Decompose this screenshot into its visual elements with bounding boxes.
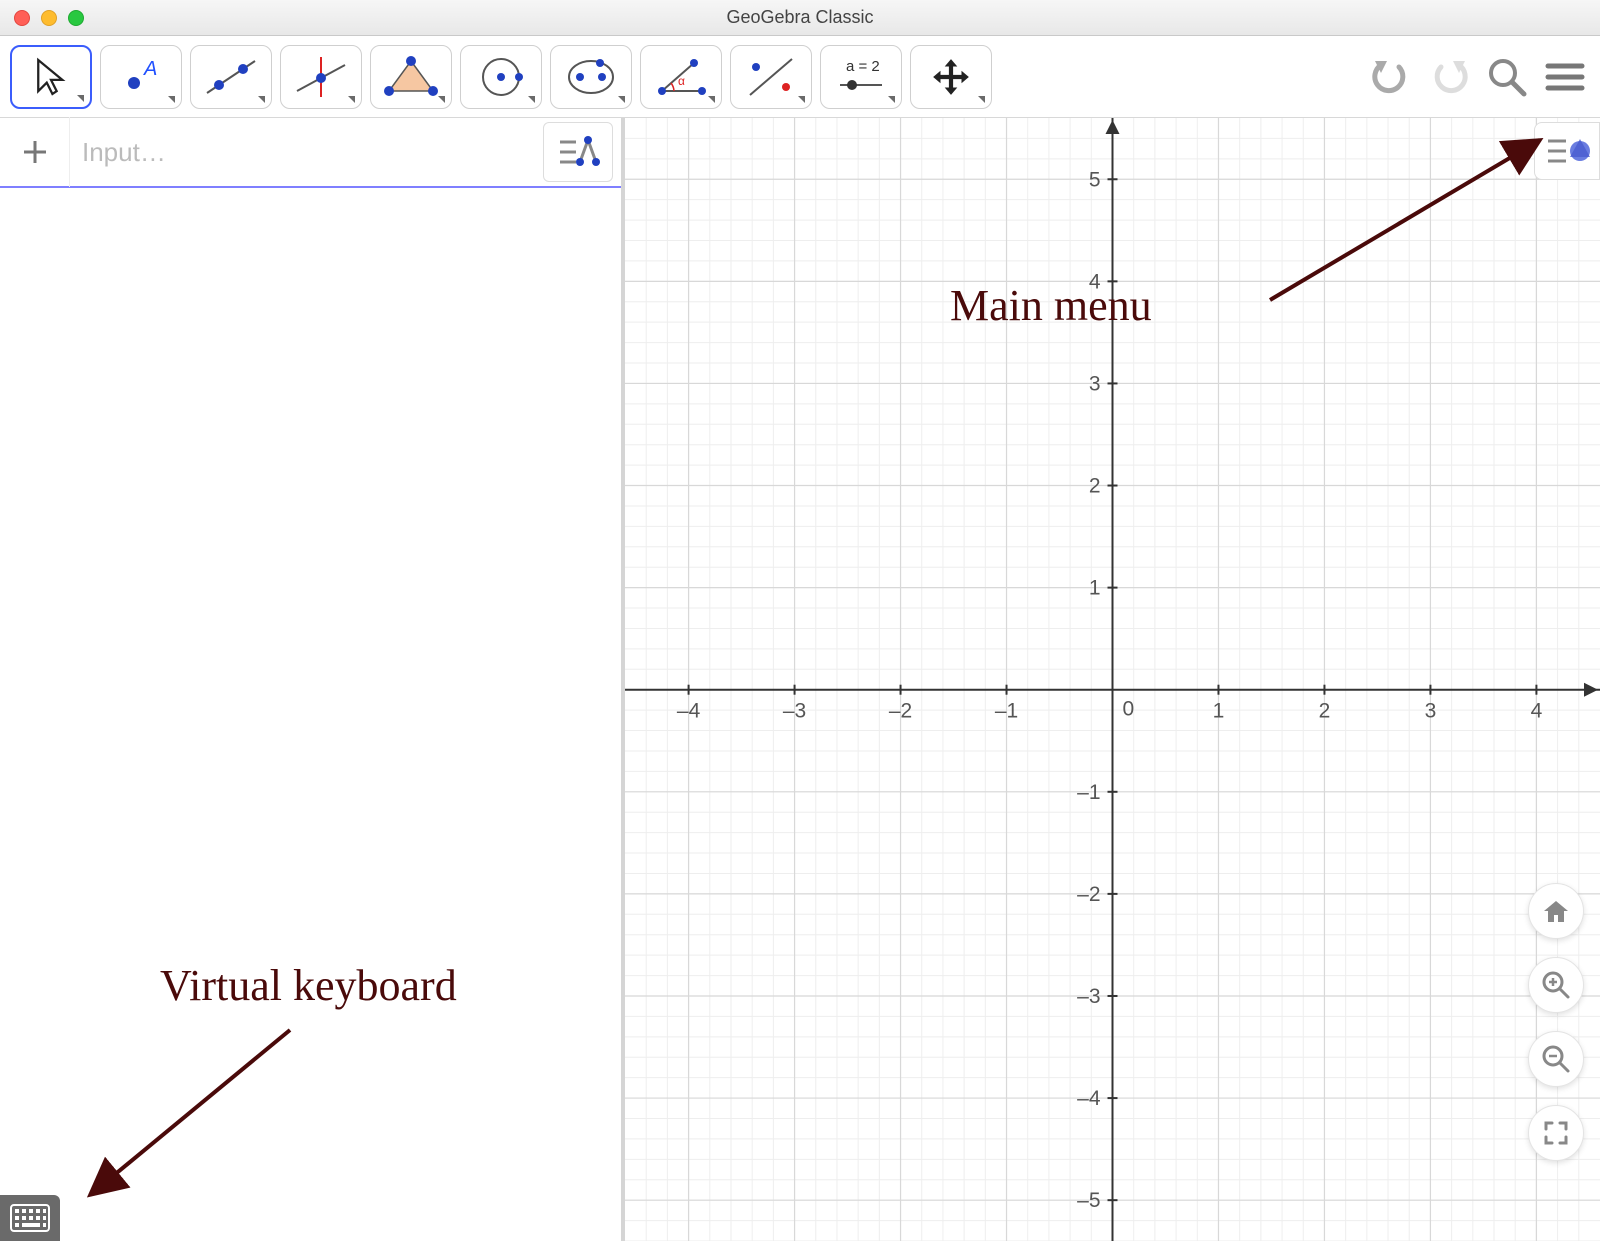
search-button[interactable]: [1482, 52, 1532, 102]
svg-text:–5: –5: [1077, 1189, 1100, 1212]
svg-text:0: 0: [1123, 698, 1135, 721]
virtual-keyboard-button[interactable]: [0, 1195, 60, 1241]
annotation-arrow-main-menu: [1260, 120, 1570, 320]
svg-text:3: 3: [1089, 372, 1101, 395]
annotation-virtual-keyboard: Virtual keyboard: [160, 960, 457, 1011]
window-title: GeoGebra Classic: [0, 7, 1600, 28]
home-button[interactable]: [1528, 883, 1584, 939]
algebra-view-options[interactable]: [543, 122, 613, 182]
slider-tool[interactable]: a = 2: [820, 45, 902, 109]
svg-text:–1: –1: [1077, 781, 1100, 804]
svg-text:A: A: [143, 58, 157, 80]
algebra-input[interactable]: Input…: [70, 137, 543, 168]
svg-text:1: 1: [1089, 577, 1101, 600]
graphics-float-controls: [1528, 883, 1584, 1161]
svg-text:3: 3: [1425, 700, 1437, 723]
svg-text:–3: –3: [1077, 985, 1100, 1008]
annotation-main-menu: Main menu: [950, 280, 1152, 331]
svg-text:a = 2: a = 2: [846, 58, 880, 75]
fullscreen-button[interactable]: [1528, 1105, 1584, 1161]
annotation-arrow-virtual-keyboard: [60, 1020, 310, 1220]
circle-tool[interactable]: [460, 45, 542, 109]
svg-text:α: α: [678, 74, 685, 88]
svg-text:–4: –4: [677, 700, 701, 723]
move-tool[interactable]: [10, 45, 92, 109]
svg-text:–3: –3: [783, 700, 806, 723]
add-input-button[interactable]: [0, 117, 70, 187]
svg-text:–2: –2: [1077, 883, 1100, 906]
perpendicular-line-tool[interactable]: [280, 45, 362, 109]
main-menu-button[interactable]: [1540, 52, 1590, 102]
titlebar: GeoGebra Classic: [0, 0, 1600, 36]
svg-text:4: 4: [1531, 700, 1543, 723]
zoom-out-button[interactable]: [1528, 1031, 1584, 1087]
input-bar: Input…: [0, 118, 621, 188]
angle-tool[interactable]: α: [640, 45, 722, 109]
svg-text:1: 1: [1213, 700, 1225, 723]
move-graphics-tool[interactable]: [910, 45, 992, 109]
svg-text:2: 2: [1319, 700, 1331, 723]
reflect-tool[interactable]: [730, 45, 812, 109]
ellipse-tool[interactable]: [550, 45, 632, 109]
redo-button[interactable]: [1424, 52, 1474, 102]
svg-text:–2: –2: [889, 700, 912, 723]
main-toolbar: A α a = 2: [0, 36, 1600, 118]
point-tool[interactable]: A: [100, 45, 182, 109]
polygon-tool[interactable]: [370, 45, 452, 109]
line-tool[interactable]: [190, 45, 272, 109]
zoom-in-button[interactable]: [1528, 957, 1584, 1013]
svg-text:–4: –4: [1077, 1087, 1101, 1110]
svg-text:–1: –1: [995, 700, 1018, 723]
undo-button[interactable]: [1366, 52, 1416, 102]
svg-text:5: 5: [1089, 168, 1101, 191]
svg-text:2: 2: [1089, 475, 1101, 498]
